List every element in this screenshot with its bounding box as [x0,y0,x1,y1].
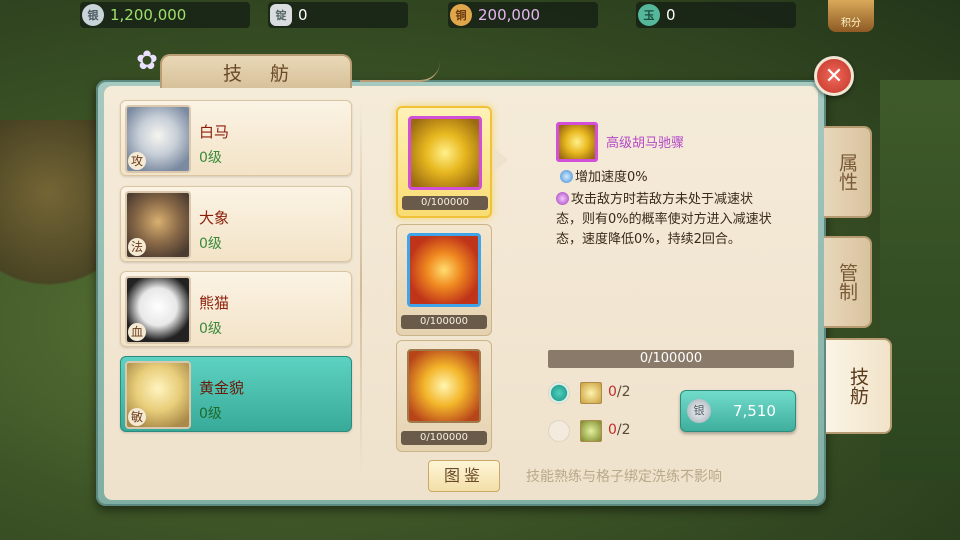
skill-proficiency-bar: 0/100000 [548,350,794,368]
mount-level: 0级 [199,150,222,166]
skill-progress: 0/100000 [401,315,487,329]
copper-amount: 200,000 [478,6,541,24]
skill-progress: 0/100000 [402,196,488,210]
train-cost: 7,510 [733,402,776,420]
effect-speed-text: 增加速度0% [575,170,648,185]
skill-progress: 0/100000 [401,431,487,445]
flame-burst-skill-icon [407,349,481,423]
effect-slow-description: 攻击敌方时若敌方未处于减速状态，则有0%的概率使对方进入减速状态，速度降低0%，… [556,190,772,250]
currency-bar: 银 1,200,000 锭 0 铜 200,000 玉 0 积分 [0,0,960,32]
tab-attributes-label: 属性 [836,153,858,191]
copper-coin-icon: 铜 [450,4,472,26]
silver-amount: 1,200,000 [110,6,187,24]
fire-vortex-skill-icon [407,233,481,307]
selected-skill-icon [556,122,598,162]
panel-title: 技舫 [222,62,317,85]
silver-coin-icon: 银 [82,4,104,26]
silver-coin-icon: 银 [687,399,711,423]
white-horse-portrait: 攻 [125,105,191,173]
mount-level: 0级 [199,406,222,422]
background-trees [880,80,960,480]
speed-effect-icon [560,170,573,183]
copper-currency: 铜 200,000 [448,2,598,28]
panda-portrait: 血 [125,276,191,344]
mount-name: 大象 [199,209,230,227]
tab-control-label: 管制 [836,263,858,301]
selection-pointer [494,148,508,172]
skill-slot-3[interactable]: 0/100000 [396,340,492,452]
tab-control[interactable]: 管制 [824,236,872,328]
column-divider [360,100,362,476]
mount-name: 黄金貌 [199,379,245,397]
mount-name: 熊猫 [199,294,230,312]
ingot-amount: 0 [298,6,308,24]
score-button[interactable]: 积分 [828,0,874,32]
material-count-2: 0/2 [608,422,631,438]
close-icon: ✕ [824,63,844,89]
jade-icon: 玉 [638,4,660,26]
silver-currency: 银 1,200,000 [80,2,250,28]
jade-currency: 玉 0 [636,2,796,28]
ingot-currency: 锭 0 [268,2,408,28]
silver-ingot-icon: 锭 [270,4,292,26]
jade-amount: 0 [666,6,676,24]
swirl-decoration [360,62,440,82]
tip-text: 技能熟练与格子绑定洗练不影响 [526,469,722,485]
mount-item-elephant[interactable]: 法 大象 0级 [120,186,352,262]
elephant-portrait: 法 [125,191,191,259]
mount-type-tag: 血 [128,323,146,341]
skill-slot-1[interactable]: 0/100000 [396,106,492,218]
slow-effect-icon [556,192,569,205]
tab-skills-label: 技舫 [847,367,869,405]
jade-book-icon [580,420,602,442]
close-button[interactable]: ✕ [814,56,854,96]
skill-book-icon [580,382,602,404]
catalog-button[interactable]: 图鉴 [428,460,500,492]
skill-slot-2[interactable]: 0/100000 [396,224,492,336]
golden-mink-portrait: 敏 [125,361,191,429]
mount-item-panda[interactable]: 血 熊猫 0级 [120,271,352,347]
mount-item-white-horse[interactable]: 攻 白马 0级 [120,100,352,176]
tab-skills[interactable]: 技舫 [826,338,892,434]
material-count-1: 0/2 [608,384,631,400]
mount-name: 白马 [199,123,230,141]
mount-type-tag: 攻 [128,152,146,170]
effect-slow-text: 攻击敌方时若敌方未处于减速状态，则有0%的概率使对方进入减速状态，速度降低0%，… [556,192,772,247]
mount-type-tag: 敏 [128,408,146,426]
tab-attributes[interactable]: 属性 [824,126,872,218]
effect-speed-line: 增加速度0% [560,168,648,187]
mount-level: 0级 [199,236,222,252]
selected-skill-name: 高级胡马驰骤 [606,136,685,151]
material-radio-2[interactable] [548,420,570,442]
mount-item-golden-mink[interactable]: 敏 黄金貌 0级 [120,356,352,432]
panel-title-tab: 技舫 [160,54,352,88]
mount-level: 0级 [199,321,222,337]
golden-horse-skill-icon [408,116,482,190]
train-button[interactable]: 银 7,510 [680,390,796,432]
material-radio-1[interactable] [548,382,570,404]
mount-type-tag: 法 [128,238,146,256]
